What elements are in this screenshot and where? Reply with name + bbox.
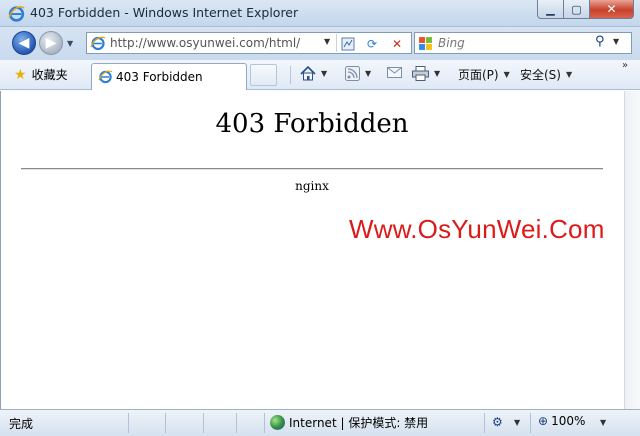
security-zone-label: Internet | 保护模式: 禁用 (289, 416, 429, 430)
safety-menu-dropdown-icon: ▼ (565, 70, 573, 79)
horizontal-rule (21, 168, 603, 170)
search-icon[interactable]: ⚲ (595, 34, 605, 49)
search-dropdown-icon[interactable]: ▼ (613, 37, 619, 46)
mail-button[interactable] (387, 66, 402, 79)
tab-ie-icon (98, 70, 113, 84)
address-url[interactable]: http://www.osyunwei.com/html/ (110, 36, 300, 50)
vertical-scrollbar[interactable] (624, 91, 640, 409)
safety-menu-label: 安全(S) (520, 68, 561, 82)
favorites-label: 收藏夹 (31, 68, 68, 82)
page-ie-icon (90, 36, 106, 51)
print-button[interactable]: ▼ (412, 66, 440, 81)
protected-mode-dropdown-icon[interactable]: ▼ (514, 418, 520, 427)
protected-mode-icon[interactable]: ⚙ (492, 415, 503, 429)
page-heading: 403 Forbidden (215, 109, 409, 139)
maximize-button[interactable]: ▢ (564, 0, 590, 19)
forward-button[interactable]: ▶ (39, 31, 63, 55)
status-separator (165, 413, 166, 433)
mail-icon (387, 67, 402, 78)
server-name: nginx (295, 179, 329, 193)
home-button[interactable]: ▼ (300, 66, 327, 81)
command-bar: ★ 收藏夹 403 Forbidden ▼ ▼ ▼ 页面(P) ▼ 安全(S) … (0, 60, 640, 90)
zoom-dropdown-icon[interactable]: ▼ (600, 418, 606, 427)
favorites-button[interactable]: ★ 收藏夹 (14, 66, 68, 83)
home-icon (300, 66, 316, 81)
watermark-text: Www.OsYunWei.Com (349, 214, 605, 244)
address-dropdown-icon[interactable]: ▼ (324, 37, 330, 46)
page-menu-label: 页面(P) (458, 68, 499, 82)
zoom-magnifier-icon: ⊕ (538, 414, 549, 428)
status-separator (203, 413, 204, 433)
forward-arrow-icon: ▶ (45, 35, 57, 51)
security-zone[interactable]: Internet | 保护模式: 禁用 (270, 414, 428, 431)
favorites-star-icon: ★ (14, 66, 27, 83)
page-menu-dropdown-icon: ▼ (503, 70, 510, 79)
more-commands-chevron-icon[interactable]: » (622, 60, 628, 71)
status-text: 完成 (9, 417, 34, 431)
zoom-level: 100% (551, 414, 586, 428)
rss-feed-icon (345, 66, 360, 81)
back-arrow-icon: ◀ (18, 35, 30, 51)
recent-pages-dropdown[interactable]: ▼ (67, 39, 73, 48)
page-menu[interactable]: 页面(P) ▼ (458, 66, 510, 83)
windows-logo-icon (419, 37, 432, 50)
tab-label: 403 Forbidden (116, 70, 203, 84)
refresh-icon[interactable]: ⟳ (362, 36, 382, 52)
address-bar[interactable]: http://www.osyunwei.com/html/ ▼ ⟳ ✕ (86, 32, 412, 54)
search-box[interactable]: Bing ⚲ ▼ (414, 32, 632, 54)
window-controls: ▁ ▢ ✕ (537, 0, 634, 19)
new-tab-button[interactable] (250, 64, 277, 86)
status-separator (484, 413, 485, 433)
print-dropdown-icon[interactable]: ▼ (434, 69, 440, 78)
status-separator (236, 413, 237, 433)
page-content: 403 Forbidden nginx Www.OsYunWei.Com (0, 91, 624, 409)
internet-globe-icon (270, 415, 285, 430)
status-separator (530, 413, 531, 433)
internet-explorer-icon (8, 6, 25, 22)
window-title: 403 Forbidden - Windows Internet Explore… (30, 5, 299, 20)
feeds-button[interactable]: ▼ (345, 66, 371, 81)
title-bar: 403 Forbidden - Windows Internet Explore… (0, 0, 640, 27)
address-separator (336, 34, 337, 52)
status-separator (264, 413, 265, 433)
home-dropdown-icon[interactable]: ▼ (321, 69, 327, 78)
zoom-control[interactable]: ⊕ 100% (538, 414, 585, 428)
safety-menu[interactable]: 安全(S) ▼ (520, 66, 572, 83)
status-bar: 完成 Internet | 保护模式: 禁用 ⚙ ▼ ⊕ 100% ▼ (0, 409, 640, 436)
close-button[interactable]: ✕ (590, 0, 634, 19)
navigation-bar: ◀ ▶ ▼ http://www.osyunwei.com/html/ ▼ ⟳ … (0, 27, 640, 60)
feeds-dropdown-icon[interactable]: ▼ (365, 69, 371, 78)
toolbar-separator (290, 66, 291, 84)
search-placeholder: Bing (438, 36, 465, 50)
printer-icon (412, 66, 429, 81)
status-separator (128, 413, 129, 433)
tab-current[interactable]: 403 Forbidden (91, 63, 247, 90)
back-button[interactable]: ◀ (12, 31, 36, 55)
stop-icon[interactable]: ✕ (387, 36, 407, 52)
compatibility-view-icon[interactable] (338, 36, 358, 52)
minimize-button[interactable]: ▁ (537, 0, 564, 19)
